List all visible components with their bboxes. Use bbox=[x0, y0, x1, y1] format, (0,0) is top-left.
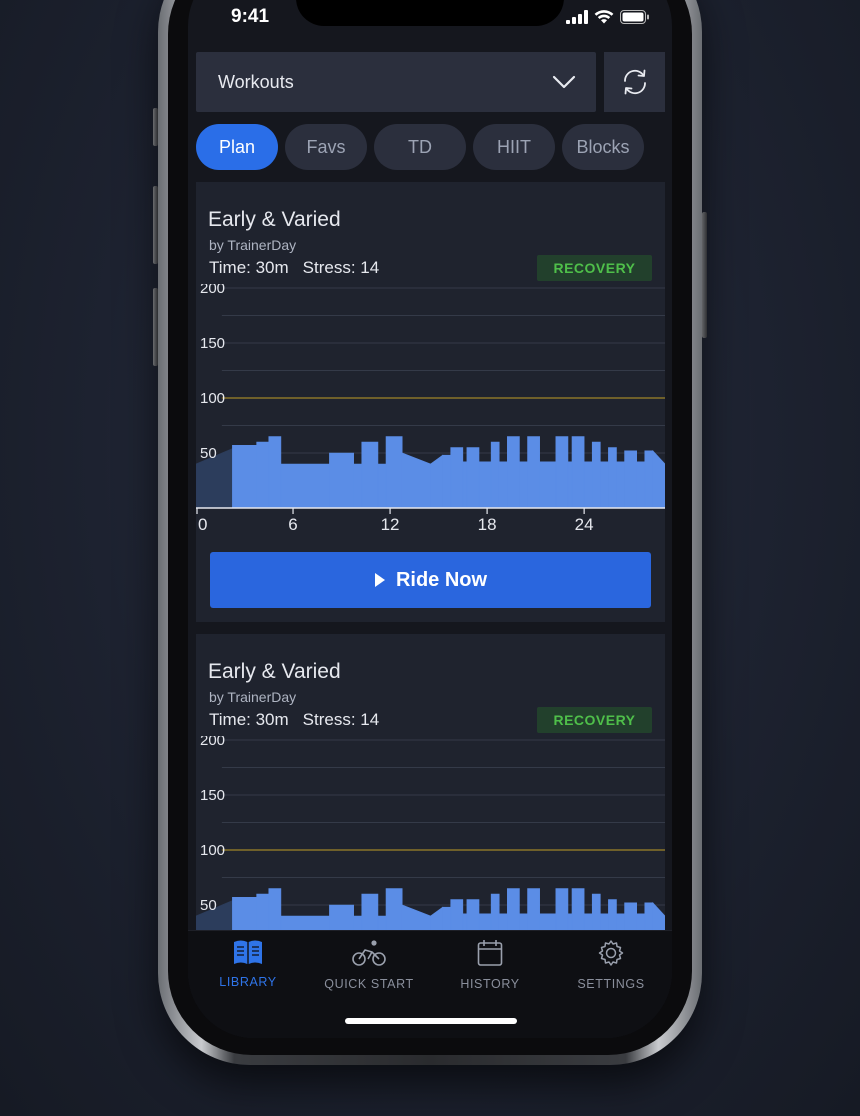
y-tick-label: 100 bbox=[200, 842, 225, 859]
workout-time: Time: 30m bbox=[209, 258, 289, 277]
gear-icon bbox=[598, 940, 624, 966]
power-interval bbox=[591, 441, 601, 509]
nav-quick-start-label: QUICK START bbox=[324, 977, 414, 991]
power-interval bbox=[571, 436, 585, 509]
workout-power-chart: 200 150 100 50 0 6 12 18 24 bbox=[196, 284, 665, 534]
power-interval bbox=[466, 447, 480, 509]
workout-title: Early & Varied bbox=[208, 660, 341, 683]
home-indicator bbox=[345, 1018, 517, 1024]
zone-badge: RECOVERY bbox=[537, 255, 652, 281]
power-interval bbox=[616, 461, 625, 509]
power-interval bbox=[490, 441, 500, 509]
power-interval bbox=[232, 445, 257, 509]
workout-author: by TrainerDay bbox=[209, 689, 297, 705]
status-time: 9:41 bbox=[231, 6, 270, 27]
x-tick-label: 0 bbox=[198, 515, 207, 534]
signal-icon bbox=[566, 10, 588, 24]
nav-library[interactable]: LIBRARY bbox=[188, 939, 308, 989]
tab-td[interactable]: TD bbox=[374, 124, 466, 170]
nav-quick-start[interactable]: QUICK START bbox=[309, 939, 429, 991]
ride-now-button[interactable]: Ride Now bbox=[210, 552, 651, 608]
calendar-icon bbox=[477, 940, 503, 966]
power-interval bbox=[462, 461, 468, 509]
nav-history[interactable]: HISTORY bbox=[430, 939, 550, 991]
workout-author: by TrainerDay bbox=[209, 237, 297, 253]
power-interval bbox=[353, 463, 363, 509]
power-button bbox=[702, 212, 707, 338]
y-tick-label: 50 bbox=[200, 897, 217, 914]
power-interval bbox=[377, 463, 387, 509]
cyclist-icon bbox=[352, 940, 386, 966]
tab-plan[interactable]: Plan bbox=[196, 124, 278, 170]
category-tabs: Plan Favs TD HIIT Blocks bbox=[196, 124, 644, 170]
power-interval bbox=[583, 461, 593, 509]
x-tick-label: 18 bbox=[478, 515, 497, 534]
power-interval bbox=[507, 436, 520, 509]
power-interval bbox=[361, 441, 379, 509]
power-interval bbox=[442, 454, 452, 509]
power-interval bbox=[385, 436, 403, 509]
workout-card[interactable]: Early & Varied by TrainerDay Time: 30m St… bbox=[196, 634, 665, 961]
chevron-down-icon bbox=[552, 75, 576, 89]
power-interval bbox=[652, 450, 665, 509]
play-icon bbox=[374, 573, 385, 587]
wifi-icon bbox=[594, 10, 614, 24]
y-tick-label: 50 bbox=[200, 445, 217, 462]
power-interval bbox=[624, 450, 637, 509]
power-interval bbox=[519, 461, 528, 509]
tab-blocks[interactable]: Blocks bbox=[562, 124, 644, 170]
x-tick-label: 6 bbox=[288, 515, 297, 534]
workout-time: Time: 30m bbox=[209, 710, 289, 729]
y-tick-label: 150 bbox=[200, 787, 225, 804]
power-interval bbox=[567, 461, 573, 509]
book-icon bbox=[234, 940, 262, 964]
power-interval bbox=[430, 454, 443, 509]
status-bar: 9:41 bbox=[188, 0, 672, 30]
nav-history-label: HISTORY bbox=[460, 977, 520, 991]
x-tick-label: 24 bbox=[575, 515, 594, 534]
nav-settings-label: SETTINGS bbox=[577, 977, 645, 991]
power-interval bbox=[268, 436, 282, 509]
phone-screen: 9:41 Workouts Plan Favs TD HIIT Blocks E… bbox=[188, 0, 672, 1038]
y-tick-label: 100 bbox=[200, 390, 225, 407]
y-tick-label: 200 bbox=[200, 284, 225, 297]
power-interval bbox=[478, 461, 492, 509]
power-interval bbox=[498, 461, 508, 509]
power-interval bbox=[539, 461, 557, 509]
power-interval bbox=[644, 450, 654, 509]
power-interval bbox=[401, 452, 431, 509]
y-tick-label: 150 bbox=[200, 335, 225, 352]
workout-stress: Stress: 14 bbox=[302, 710, 380, 729]
workout-meta: Time: 30m Stress: 14 bbox=[209, 258, 379, 278]
workout-meta: Time: 30m Stress: 14 bbox=[209, 710, 379, 730]
workouts-dropdown[interactable]: Workouts bbox=[196, 52, 596, 112]
power-interval bbox=[527, 436, 540, 509]
refresh-icon bbox=[623, 69, 646, 95]
power-interval bbox=[608, 447, 617, 509]
power-interval bbox=[555, 436, 569, 509]
power-interval bbox=[450, 447, 464, 509]
tab-favs[interactable]: Favs bbox=[285, 124, 367, 170]
power-interval bbox=[600, 461, 609, 509]
refresh-button[interactable] bbox=[604, 52, 665, 112]
power-interval bbox=[636, 461, 646, 509]
workout-card[interactable]: Early & Varied by TrainerDay Time: 30m St… bbox=[196, 182, 665, 622]
power-interval bbox=[329, 452, 354, 509]
y-tick-label: 200 bbox=[200, 736, 225, 749]
power-interval bbox=[280, 463, 330, 509]
nav-settings[interactable]: SETTINGS bbox=[551, 939, 671, 991]
workouts-dropdown-label: Workouts bbox=[218, 71, 294, 92]
ride-now-label: Ride Now bbox=[395, 568, 488, 591]
x-tick-label: 12 bbox=[381, 515, 400, 534]
nav-library-label: LIBRARY bbox=[219, 975, 277, 989]
battery-icon bbox=[620, 10, 649, 24]
tab-hiit[interactable]: HIIT bbox=[473, 124, 555, 170]
power-interval bbox=[256, 441, 270, 509]
workout-stress: Stress: 14 bbox=[302, 258, 380, 277]
zone-badge: RECOVERY bbox=[537, 707, 652, 733]
workout-title: Early & Varied bbox=[208, 208, 341, 231]
